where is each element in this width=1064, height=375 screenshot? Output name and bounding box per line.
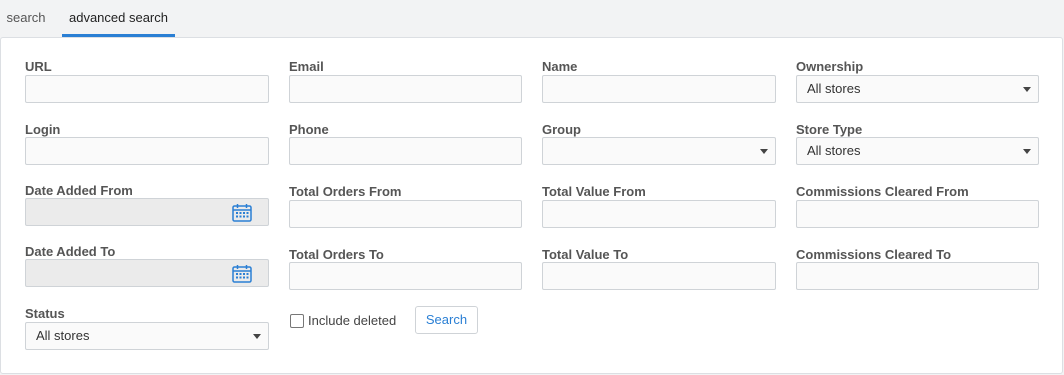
name-field[interactable]	[542, 75, 776, 103]
include-deleted-checkbox[interactable]	[290, 314, 304, 328]
total-orders-to-field[interactable]	[289, 262, 522, 290]
chevron-down-icon	[253, 334, 261, 339]
total-orders-to-label: Total Orders To	[289, 247, 384, 262]
date-added-to-label: Date Added To	[25, 244, 116, 259]
phone-label: Phone	[289, 122, 329, 137]
email-field[interactable]	[289, 75, 522, 103]
group-label: Group	[542, 122, 581, 137]
chevron-down-icon	[1023, 149, 1031, 154]
advanced-search-panel: URL Email Name Ownership All stores Logi…	[0, 37, 1063, 374]
ownership-selected-value: All stores	[807, 81, 861, 96]
commissions-cleared-from-field[interactable]	[796, 200, 1039, 228]
store-type-selected-value: All stores	[807, 143, 861, 158]
ownership-label: Ownership	[796, 59, 864, 74]
login-field[interactable]	[25, 137, 269, 165]
store-type-select[interactable]: All stores	[796, 137, 1039, 165]
chevron-down-icon	[1023, 87, 1031, 92]
total-orders-from-field[interactable]	[289, 200, 522, 228]
group-select[interactable]	[542, 137, 776, 165]
total-value-from-label: Total Value From	[542, 184, 646, 199]
url-label: URL	[25, 59, 52, 74]
total-orders-from-label: Total Orders From	[289, 184, 402, 199]
commissions-cleared-from-label: Commissions Cleared From	[796, 184, 969, 199]
commissions-cleared-to-label: Commissions Cleared To	[796, 247, 952, 262]
calendar-icon[interactable]	[232, 264, 252, 283]
commissions-cleared-to-field[interactable]	[796, 262, 1039, 290]
ownership-select[interactable]: All stores	[796, 75, 1039, 103]
tab-bar: search advanced search	[0, 0, 1064, 37]
url-field[interactable]	[25, 75, 269, 103]
calendar-icon[interactable]	[232, 203, 252, 222]
search-button[interactable]: Search	[415, 306, 478, 334]
phone-field[interactable]	[289, 137, 522, 165]
status-select[interactable]: All stores	[25, 322, 269, 350]
store-type-label: Store Type	[796, 122, 863, 137]
date-added-to-field[interactable]	[25, 259, 269, 287]
total-value-to-field[interactable]	[542, 262, 776, 290]
status-selected-value: All stores	[36, 328, 90, 343]
tab-search[interactable]: search	[0, 0, 52, 37]
tab-advanced-search[interactable]: advanced search	[62, 0, 175, 37]
email-label: Email	[289, 59, 324, 74]
date-added-from-label: Date Added From	[25, 183, 133, 198]
chevron-down-icon	[760, 149, 768, 154]
total-value-to-label: Total Value To	[542, 247, 629, 262]
status-label: Status	[25, 306, 65, 321]
login-label: Login	[25, 122, 61, 137]
date-added-from-field[interactable]	[25, 198, 269, 226]
name-label: Name	[542, 59, 578, 74]
total-value-from-field[interactable]	[542, 200, 776, 228]
include-deleted-label[interactable]: Include deleted	[308, 313, 396, 328]
